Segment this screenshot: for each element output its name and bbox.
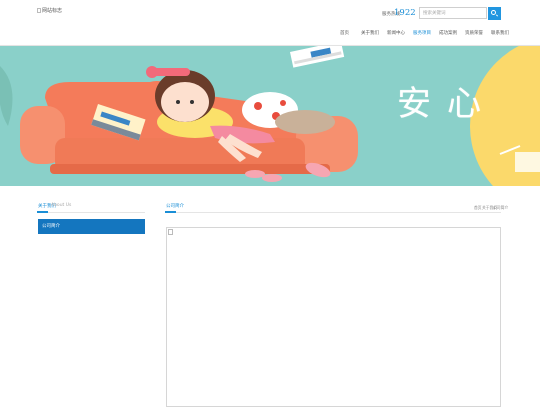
search-button[interactable] <box>488 7 501 20</box>
banner-slogan: 安心 <box>397 84 497 124</box>
main-divider-accent <box>165 211 176 213</box>
main-divider <box>165 212 501 213</box>
sidebar-subtitle: About Us <box>51 203 72 208</box>
nav-about[interactable]: 关于我们 <box>361 30 379 36</box>
sidebar-divider <box>37 212 145 213</box>
hotline-number: 1922 <box>394 8 416 18</box>
broken-image-icon <box>37 8 41 13</box>
nav-contact[interactable]: 联系我们 <box>491 30 509 36</box>
nav-cases[interactable]: 成功案例 <box>439 30 457 36</box>
content-image-placeholder <box>166 227 501 407</box>
breadcrumb-current: 公司简介 <box>493 205 509 210</box>
nav-honors[interactable]: 资质荣誉 <box>465 30 483 36</box>
site-logo[interactable]: 网站标志 <box>37 7 62 14</box>
breadcrumb-home[interactable]: 首页 <box>474 205 482 211</box>
sidebar-item-company-intro[interactable]: 公司简介 <box>38 219 145 234</box>
nav-services[interactable]: 服务项目 <box>413 30 431 36</box>
nav-home[interactable]: 首页 <box>340 30 349 36</box>
page-title: 公司简介 <box>166 204 184 209</box>
search-icon <box>491 10 496 15</box>
broken-image-icon <box>168 229 173 235</box>
search-input[interactable]: 搜索关键词 <box>419 7 487 19</box>
sidebar-divider-accent <box>37 211 48 213</box>
logo-alt-text: 网站标志 <box>42 8 63 14</box>
nav-news[interactable]: 新闻中心 <box>387 30 405 36</box>
